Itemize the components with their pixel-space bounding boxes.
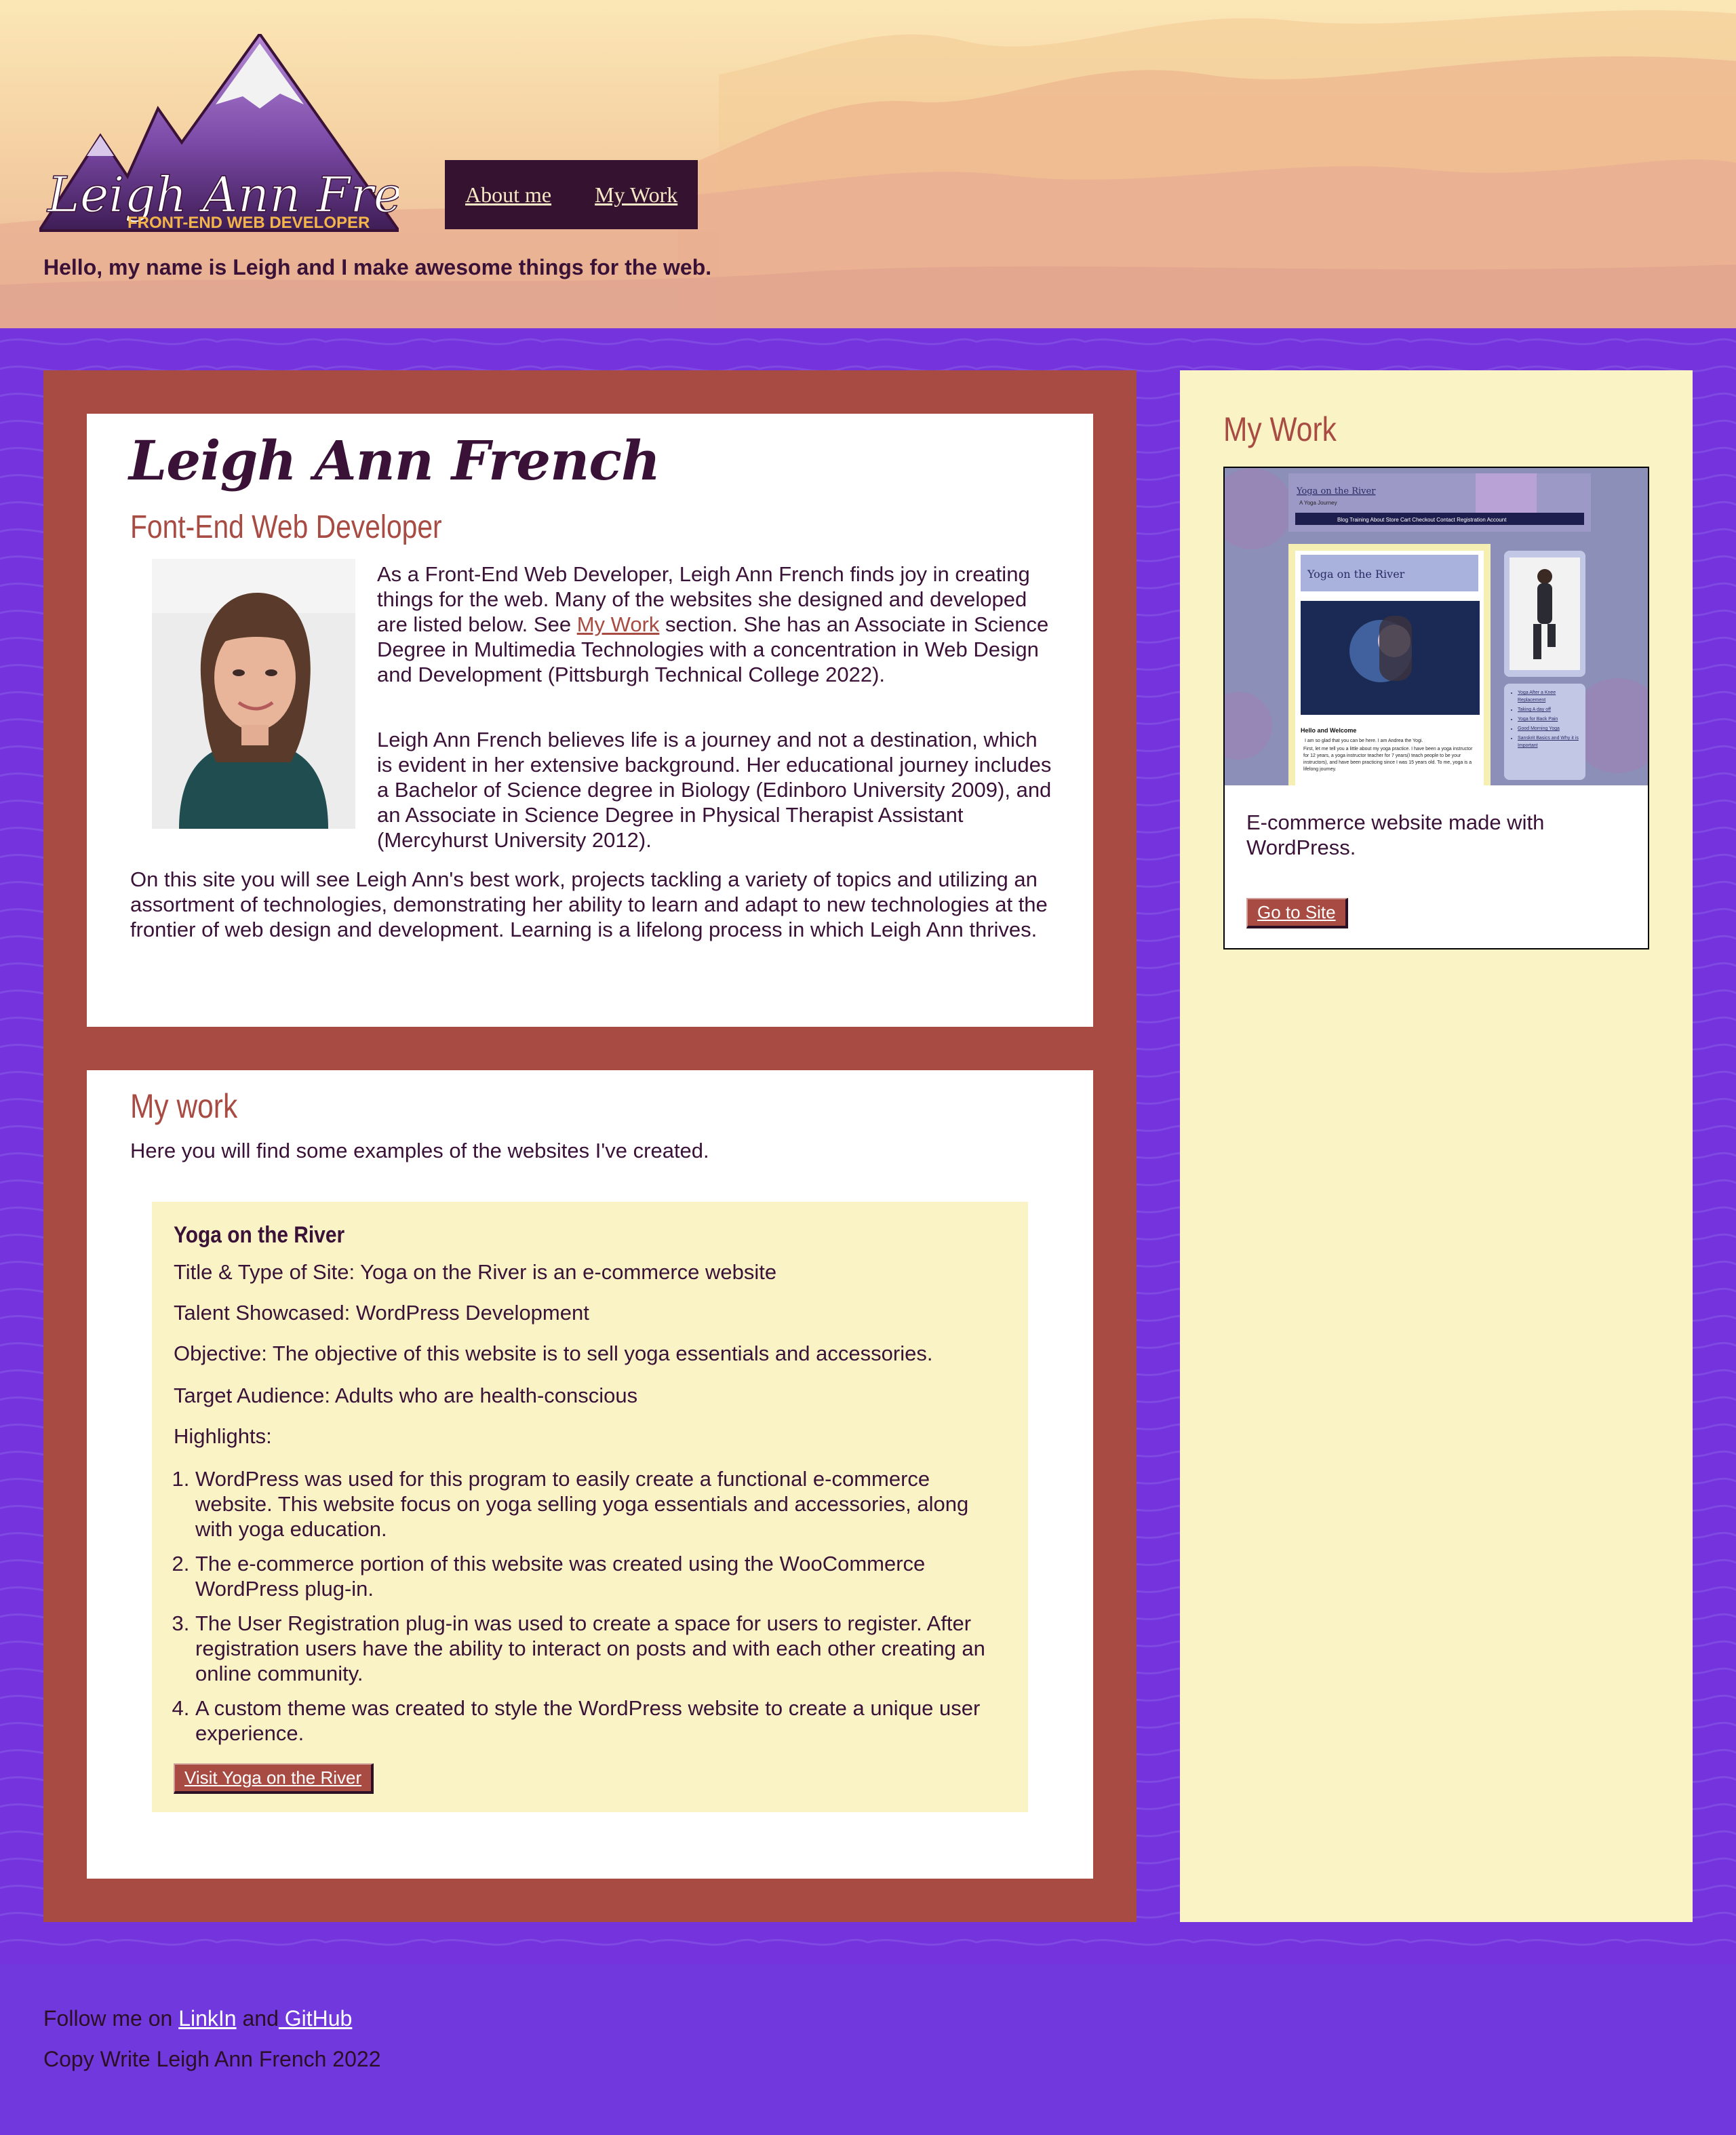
shot-link-item: Good Morning Yoga	[1518, 725, 1583, 732]
visit-yoga-button[interactable]: Visit Yoga on the River	[174, 1763, 374, 1794]
svg-text:A Yoga Journey: A Yoga Journey	[1299, 500, 1337, 506]
github-link[interactable]: GitHub	[279, 2006, 353, 2031]
highlight-item: The User Registration plug-in was used t…	[195, 1611, 1009, 1686]
project-audience: Target Audience: Adults who are health-c…	[174, 1384, 638, 1407]
highlights-list: WordPress was used for this program to e…	[174, 1466, 1009, 1755]
svg-text:Hello and Welcome: Hello and Welcome	[1301, 727, 1356, 734]
site-header: Leigh Ann French FRONT-END WEB DEVELOPER…	[0, 0, 1736, 328]
linkedin-link[interactable]: LinkIn	[178, 2006, 236, 2031]
my-work-link[interactable]: My Work	[577, 612, 660, 636]
sidebar-title: My Work	[1223, 410, 1337, 448]
nav-about-me[interactable]: About me	[465, 182, 551, 208]
project-title: Yoga on the River	[174, 1222, 345, 1248]
copyright: Copy Write Leigh Ann French 2022	[43, 2047, 381, 2071]
project-talent: Talent Showcased: WordPress Development	[174, 1301, 589, 1325]
project-objective: Objective: The objective of this website…	[174, 1341, 933, 1365]
left-panel: Leigh Ann French Font-End Web Developer …	[43, 370, 1137, 1922]
shot-menu: Blog Training About Store Cart Checkout …	[1337, 517, 1507, 523]
shot-link-item: Yoga After a Knee Replacement	[1518, 689, 1583, 704]
project-card: Yoga on the River Title & Type of Site: …	[152, 1202, 1028, 1812]
main-nav: About me My Work	[445, 160, 698, 229]
yoga-site-screenshot[interactable]: Yoga on the River A Yoga Journey Blog Tr…	[1225, 468, 1648, 785]
about-role: Font-End Web Developer	[130, 509, 442, 545]
sidebar-project-card: Yoga on the River A Yoga Journey Blog Tr…	[1223, 467, 1649, 949]
follow-line: Follow me on LinkIn and GitHub	[43, 2006, 353, 2031]
highlight-item: A custom theme was created to style the …	[195, 1696, 1009, 1746]
svg-text:Yoga on the River: Yoga on the River	[1307, 568, 1405, 581]
work-intro: Here you will find some examples of the …	[130, 1139, 709, 1162]
logo[interactable]: Leigh Ann French FRONT-END WEB DEVELOPER	[37, 31, 493, 235]
work-title: My work	[130, 1087, 238, 1125]
shot-link-item: Sanskrit Basics and Why it is Important	[1518, 734, 1583, 749]
svg-text:Yoga on the River: Yoga on the River	[1296, 486, 1376, 496]
about-paragraph-3: On this site you will see Leigh Ann's be…	[130, 867, 1048, 941]
svg-text:I am so glad that you can be h: I am so glad that you can be here. I am …	[1305, 739, 1423, 743]
sidebar-description: E-commerce website made with WordPress.	[1246, 810, 1545, 859]
about-card: Leigh Ann French Font-End Web Developer …	[87, 414, 1093, 1027]
tagline: Hello, my name is Leigh and I make aweso…	[43, 255, 712, 279]
go-to-site-button[interactable]: Go to Site	[1246, 898, 1348, 928]
highlight-item: WordPress was used for this program to e…	[195, 1466, 1009, 1542]
about-paragraph-2: Leigh Ann French believes life is a jour…	[377, 728, 1052, 852]
shot-link-item: Yoga for Back Pain	[1518, 716, 1583, 723]
about-paragraph-1: As a Front-End Web Developer, Leigh Ann …	[377, 562, 1049, 686]
main-content: Leigh Ann French Font-End Web Developer …	[0, 328, 1736, 1964]
about-name: Leigh Ann French	[129, 429, 660, 492]
nav-my-work[interactable]: My Work	[595, 182, 677, 208]
highlight-item: The e-commerce portion of this website w…	[195, 1551, 1009, 1601]
logo-subtitle: FRONT-END WEB DEVELOPER	[127, 214, 370, 232]
portrait-photo	[152, 559, 355, 829]
project-highlights-label: Highlights:	[174, 1424, 272, 1448]
shot-link-item: Taking A day off	[1518, 706, 1583, 713]
work-card: My work Here you will find some examples…	[87, 1070, 1093, 1879]
sidebar: My Work Yoga on the River A Yoga Journey…	[1180, 370, 1693, 1922]
site-footer: Follow me on LinkIn and GitHub Copy Writ…	[0, 1964, 1736, 2135]
project-type: Title & Type of Site: Yoga on the River …	[174, 1260, 777, 1284]
